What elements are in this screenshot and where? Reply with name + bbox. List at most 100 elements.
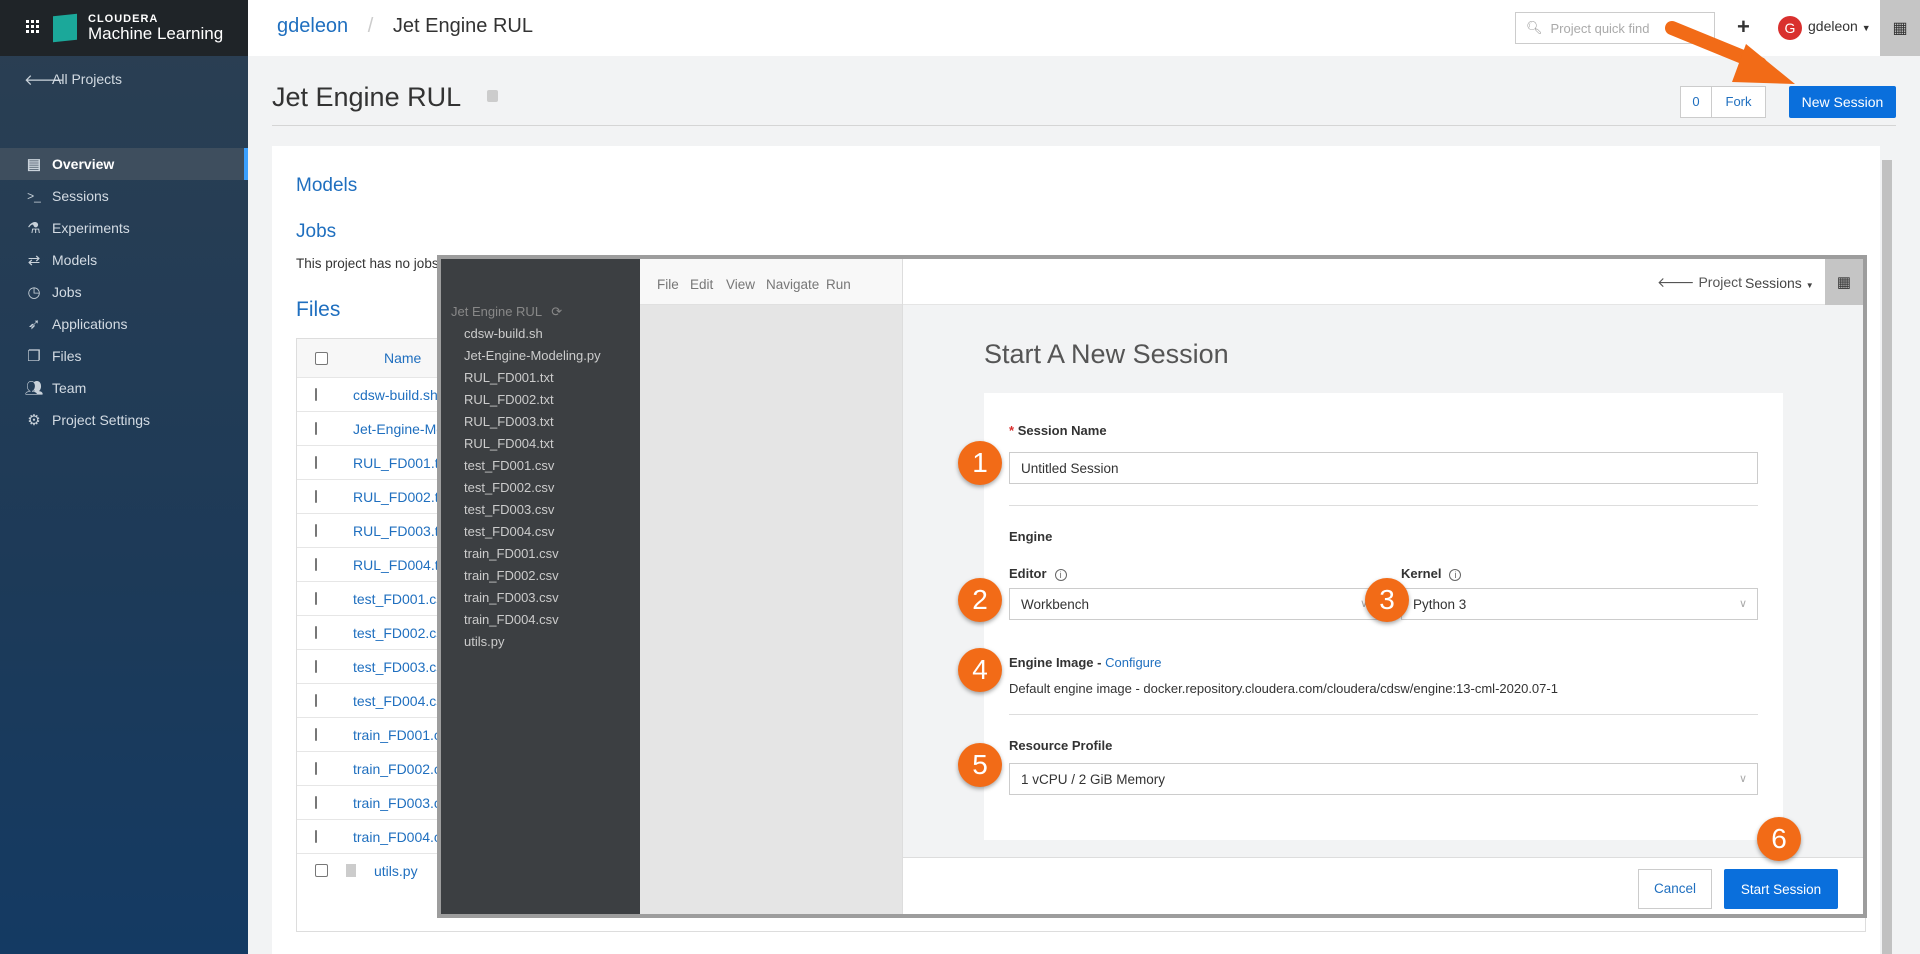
apps-grid-button[interactable]: ▦ <box>1880 0 1920 56</box>
row-checkbox[interactable] <box>315 694 317 707</box>
session-name-input[interactable]: Untitled Session <box>1009 452 1758 484</box>
info-icon[interactable]: i <box>1054 569 1067 581</box>
file-tree-item[interactable]: RUL_FD001.txt <box>464 370 554 385</box>
file-tree-item[interactable]: train_FD001.csv <box>464 546 559 561</box>
file-tree-item[interactable]: test_FD003.csv <box>464 502 554 517</box>
page-title: Jet Engine RUL <box>272 82 462 112</box>
row-checkbox[interactable] <box>315 592 317 605</box>
fork-button[interactable]: Fork <box>1711 86 1766 118</box>
row-checkbox[interactable] <box>315 728 317 741</box>
menu-view[interactable]: View <box>726 277 755 292</box>
file-tree-item[interactable]: train_FD004.csv <box>464 612 559 627</box>
arrows-icon: ⇄ <box>27 252 41 269</box>
start-session-button[interactable]: Start Session <box>1724 869 1838 909</box>
menu-bar: File Edit View Navigate Run <box>640 259 902 305</box>
cancel-button[interactable]: Cancel <box>1638 869 1712 909</box>
models-heading[interactable]: Models <box>296 175 357 197</box>
row-checkbox[interactable] <box>315 558 317 571</box>
arrow-left-icon: 🡐 <box>24 71 65 89</box>
row-checkbox[interactable] <box>315 490 317 503</box>
row-checkbox[interactable] <box>315 524 317 537</box>
row-checkbox[interactable] <box>315 796 317 809</box>
files-heading[interactable]: Files <box>296 298 340 322</box>
scrollbar[interactable] <box>1882 160 1892 954</box>
breadcrumb-user[interactable]: gdeleon <box>277 15 348 37</box>
project-link[interactable]: 🡐 Project <box>1657 274 1742 291</box>
sidebar-item-label: Team <box>52 380 87 396</box>
app-launcher-icon[interactable] <box>26 19 40 33</box>
step-badge-1: 1 <box>958 441 1002 485</box>
row-checkbox[interactable] <box>315 660 317 673</box>
table-row: test_FD002.csv <box>297 615 450 649</box>
file-tree-item[interactable]: RUL_FD004.txt <box>464 436 554 451</box>
menu-file[interactable]: File <box>657 277 679 292</box>
plus-icon[interactable]: + <box>1737 14 1750 40</box>
select-all-checkbox[interactable] <box>315 351 328 365</box>
sidebar-item-team[interactable]: 👥︎ Team <box>0 372 248 404</box>
sidebar-item-label: Jobs <box>52 284 82 300</box>
file-link[interactable]: test_FD003.csv <box>353 659 450 675</box>
info-icon[interactable]: i <box>1449 569 1462 581</box>
sidebar-item-experiments[interactable]: ⚗ Experiments <box>0 212 248 244</box>
row-checkbox[interactable] <box>315 626 317 639</box>
file-icon <box>346 864 356 877</box>
file-link[interactable]: RUL_FD001.txt <box>353 455 449 471</box>
file-tree-item[interactable]: cdsw-build.sh <box>464 326 543 341</box>
sessions-menu[interactable]: Sessions ▼ <box>1745 275 1814 291</box>
sidebar-item-files[interactable]: ❐ Files <box>0 340 248 372</box>
file-link[interactable]: RUL_FD002.txt <box>353 489 449 505</box>
caret-down-icon: ▼ <box>1861 23 1871 33</box>
file-link[interactable]: test_FD002.csv <box>353 625 450 641</box>
file-link[interactable]: test_FD001.csv <box>353 591 450 607</box>
form-footer: Cancel Start Session <box>903 857 1863 914</box>
user-menu[interactable]: gdeleon ▼ <box>1808 18 1871 34</box>
sidebar-item-project-settings[interactable]: ⚙ Project Settings <box>0 404 248 436</box>
resource-profile-select[interactable]: 1 vCPU / 2 GiB Memory ∨ <box>1009 763 1758 795</box>
sidebar-item-models[interactable]: ⇄ Models <box>0 244 248 276</box>
file-tree-item[interactable]: RUL_FD002.txt <box>464 392 554 407</box>
file-tree-item[interactable]: test_FD002.csv <box>464 480 554 495</box>
file-tree-item[interactable]: test_FD001.csv <box>464 458 554 473</box>
file-tree-panel: Jet Engine RUL ⟳ cdsw-build.sh Jet-Engine… <box>441 259 640 914</box>
menu-edit[interactable]: Edit <box>690 277 713 292</box>
row-checkbox[interactable] <box>315 762 317 775</box>
configure-link[interactable]: Configure <box>1105 655 1161 670</box>
row-checkbox[interactable] <box>315 422 317 435</box>
file-tree-item[interactable]: utils.py <box>464 634 504 649</box>
sidebar-item-applications[interactable]: ➶ Applications <box>0 308 248 340</box>
sidebar-item-overview[interactable]: ▤ Overview <box>0 148 248 180</box>
name-column-header[interactable]: Name <box>384 350 421 366</box>
file-tree-item[interactable]: train_FD003.csv <box>464 590 559 605</box>
file-link[interactable]: RUL_FD003.txt <box>353 523 449 539</box>
table-row: train_FD002.csv <box>297 751 455 785</box>
kernel-select[interactable]: Python 3 ∨ <box>1401 588 1758 620</box>
gear-icon: ⚙ <box>27 412 41 429</box>
row-checkbox[interactable] <box>315 864 328 877</box>
file-link[interactable]: test_FD004.csv <box>353 693 450 709</box>
sidebar-item-sessions[interactable]: >_ Sessions <box>0 180 248 212</box>
row-checkbox[interactable] <box>315 830 317 843</box>
editor-select[interactable]: Workbench ∨ <box>1009 588 1379 620</box>
file-link[interactable]: RUL_FD004.txt <box>353 557 449 573</box>
all-projects-link[interactable]: 🡐 All Projects <box>0 63 248 95</box>
file-tree-item[interactable]: Jet-Engine-Modeling.py <box>464 348 601 363</box>
avatar[interactable]: G <box>1778 16 1802 40</box>
search-input[interactable]: 🔍︎ Project quick find <box>1515 12 1715 44</box>
row-checkbox[interactable] <box>315 388 317 401</box>
jobs-heading[interactable]: Jobs <box>296 221 336 243</box>
file-tree-item[interactable]: train_FD002.csv <box>464 568 559 583</box>
file-tree-item[interactable]: RUL_FD003.txt <box>464 414 554 429</box>
row-checkbox[interactable] <box>315 456 317 469</box>
file-link[interactable]: cdsw-build.sh <box>353 387 438 403</box>
table-row: RUL_FD003.txt <box>297 513 449 547</box>
step-badge-4: 4 <box>958 648 1002 692</box>
sidebar-item-jobs[interactable]: ◷ Jobs <box>0 276 248 308</box>
menu-navigate[interactable]: Navigate <box>766 277 819 292</box>
apps-grid-button[interactable]: ▦ <box>1825 259 1863 305</box>
file-tree-item[interactable]: test_FD004.csv <box>464 524 554 539</box>
menu-run[interactable]: Run <box>826 277 851 292</box>
new-session-button[interactable]: New Session <box>1789 86 1896 118</box>
session-header: 🡐 Project Sessions ▼ ▦ <box>903 259 1863 305</box>
file-link[interactable]: utils.py <box>374 863 418 879</box>
refresh-icon[interactable]: ⟳ <box>551 304 562 319</box>
